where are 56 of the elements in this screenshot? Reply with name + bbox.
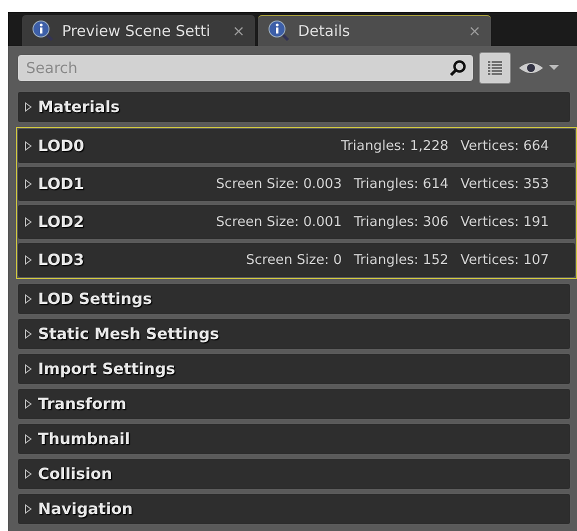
collapsed-arrow-icon[interactable] (24, 179, 32, 189)
collapsed-arrow-icon[interactable] (24, 504, 32, 514)
collapsed-arrow-icon[interactable] (24, 141, 32, 151)
search-field[interactable]: Search (18, 55, 473, 81)
category-row[interactable]: Navigation (18, 494, 570, 524)
lod-stat: Screen Size: 0 (246, 252, 342, 268)
category-row[interactable]: LOD0 Triangles: 1,228 Vertices: 664 (18, 129, 575, 163)
category-label: Import Settings (38, 360, 176, 378)
category-label: Thumbnail (38, 430, 130, 448)
collapsed-arrow-icon[interactable] (24, 294, 32, 304)
category-label: Transform (38, 395, 126, 413)
collapsed-arrow-icon[interactable] (24, 434, 32, 444)
category-row[interactable]: Static Mesh Settings (18, 319, 570, 349)
lod-stat: Triangles: 1,228 (340, 138, 449, 154)
panel-tab[interactable]: Preview Scene Setti × (22, 15, 255, 46)
category-label: Collision (38, 465, 112, 483)
collapsed-arrow-icon[interactable] (24, 255, 32, 265)
category-label: LOD1 (38, 175, 84, 193)
category-row[interactable]: LOD Settings (18, 284, 570, 314)
info-magnifier-icon (32, 20, 54, 42)
search-icon[interactable] (449, 59, 467, 77)
collapsed-arrow-icon[interactable] (24, 329, 32, 339)
collapsed-arrow-icon[interactable] (24, 469, 32, 479)
lod-stat: Vertices: 191 (460, 214, 549, 230)
panel-tab[interactable]: Details × (258, 15, 491, 46)
collapsed-arrow-icon[interactable] (24, 102, 32, 112)
category-label: LOD Settings (38, 290, 152, 308)
lod-stat: Triangles: 306 (354, 214, 449, 230)
category-label: LOD0 (38, 137, 84, 155)
category-row[interactable]: LOD1 Screen Size: 0.003 Triangles: 614 Vertices: 353 (18, 167, 575, 201)
category-label: Static Mesh Settings (38, 325, 220, 343)
info-magnifier-icon (268, 20, 290, 42)
collapsed-arrow-icon[interactable] (24, 364, 32, 374)
lod-stat: Vertices: 664 (460, 138, 549, 154)
category-row[interactable]: Collision (18, 459, 570, 489)
lod-stat: Triangles: 614 (354, 176, 449, 192)
category-label: LOD3 (38, 251, 84, 269)
list-icon (486, 59, 504, 77)
lod-stat: Vertices: 353 (460, 176, 549, 192)
category-label: Navigation (38, 500, 133, 518)
category-row[interactable]: LOD2 Screen Size: 0.001 Triangles: 306 Vertices: 191 (18, 205, 575, 239)
category-row[interactable]: Transform (18, 389, 570, 419)
category-row[interactable]: Import Settings (18, 354, 570, 384)
collapsed-arrow-icon[interactable] (24, 217, 32, 227)
lod-stat: Screen Size: 0.001 (216, 214, 342, 230)
lod-stat: Vertices: 107 (460, 252, 549, 268)
category-row[interactable]: Materials (18, 92, 570, 122)
category-row[interactable]: LOD3 Screen Size: 0 Triangles: 152 Vertices: 107 (18, 243, 575, 277)
category-row[interactable]: Thumbnail (18, 424, 570, 454)
lod-stat: Triangles: 152 (354, 252, 449, 268)
category-label: LOD2 (38, 213, 84, 231)
collapsed-arrow-icon[interactable] (24, 399, 32, 409)
category-label: Materials (38, 98, 120, 116)
view-options-button[interactable] (479, 52, 511, 84)
lod-stat: Screen Size: 0.003 (216, 176, 342, 192)
close-icon[interactable]: × (232, 22, 245, 40)
